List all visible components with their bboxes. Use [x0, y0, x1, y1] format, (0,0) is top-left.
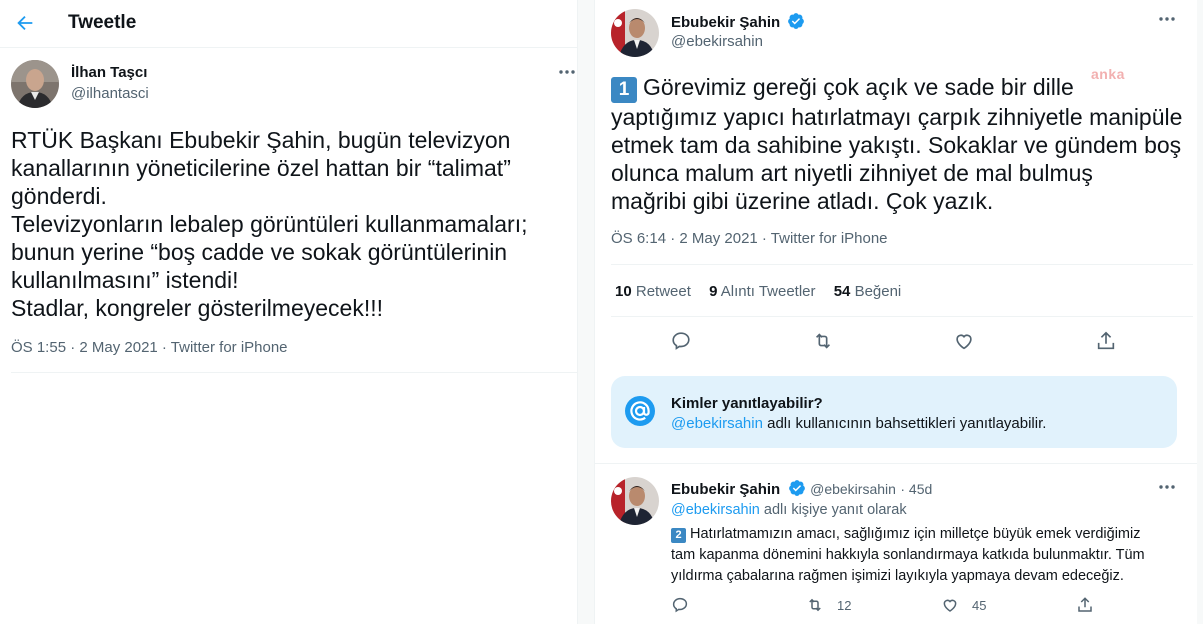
retweet-count: 10	[615, 283, 632, 300]
avatar[interactable]	[11, 60, 59, 108]
share-icon[interactable]	[1076, 596, 1094, 614]
tweet-line: yaptığımız yapıcı hatırlatmayı çarpık zi…	[611, 104, 1183, 130]
avatar[interactable]	[611, 9, 659, 57]
engagement-stats: 10 Retweet 9 Alıntı Tweetler 54 Beğeni	[615, 283, 915, 300]
tweet-line-text: Görevimiz gereği çok açık ve sade bir di…	[643, 74, 1074, 100]
reply-header: Ebubekir Şahin @ebekirsahin · 45d	[671, 479, 932, 499]
reply-line: yıldırma çabalarına rağmen işimizi layık…	[671, 568, 1124, 584]
like-label: Beğeni	[854, 283, 902, 300]
like-stat[interactable]: 54 Beğeni	[834, 283, 902, 300]
retweet-icon[interactable]	[806, 596, 824, 614]
column-gap	[578, 0, 594, 624]
like-count: 54	[833, 283, 851, 300]
quote-count: 9	[709, 283, 718, 300]
quote-stat[interactable]: 9 Alıntı Tweetler	[709, 283, 815, 300]
replying-to-link[interactable]: @ebekirsahin	[671, 502, 760, 518]
author-name[interactable]: İlhan Taşcı	[71, 64, 147, 81]
header-bar: Tweetle	[0, 0, 577, 48]
more-options-icon[interactable]	[557, 62, 577, 82]
divider	[595, 463, 1197, 464]
divider	[11, 372, 577, 373]
author-handle[interactable]: @ebekirsahin	[671, 33, 763, 50]
mention-icon	[625, 396, 655, 426]
tweet-timestamp[interactable]: ÖS 6:14 · 2 May 2021 · Twitter for iPhon…	[611, 230, 888, 247]
tweet-line: bunun yerine “boş cadde ve sokak görüntü…	[11, 239, 508, 265]
like-icon[interactable]	[953, 330, 975, 352]
reply-icon[interactable]	[670, 330, 692, 352]
tweet-line: Televizyonların lebalep görüntüleri kull…	[11, 211, 528, 237]
right-tweet-panel: Ebubekir Şahin @ebekirsahin anka 1 Görevi…	[594, 0, 1197, 624]
mention-link[interactable]: @ebekirsahin	[671, 415, 763, 432]
reply-author-name[interactable]: Ebubekir Şahin	[671, 481, 780, 498]
reply-author-handle[interactable]: @ebekirsahin	[810, 481, 896, 497]
reply-time[interactable]: · 45d	[900, 481, 932, 497]
divider	[611, 264, 1193, 265]
tweet-line: 1 Görevimiz gereği çok açık ve sade bir d…	[611, 73, 1186, 103]
avatar[interactable]	[611, 477, 659, 525]
divider	[611, 316, 1193, 317]
more-options-icon[interactable]	[1157, 9, 1177, 29]
retweet-icon[interactable]	[812, 330, 834, 352]
reply-line-text: Hatırlatmamızın amacı, sağlığımız için m…	[690, 526, 1141, 542]
tweet-text: RTÜK Başkanı Ebubekir Şahin, bugün telev…	[11, 126, 571, 322]
who-can-reply-body: adlı kullanıcının bahsettikleri yanıtlay…	[762, 415, 1047, 432]
reply-retweet-count: 12	[837, 598, 852, 613]
author-handle[interactable]: @ilhantasci	[71, 85, 149, 102]
tweet-timestamp[interactable]: ÖS 1:55 · 2 May 2021 · Twitter for iPhon…	[11, 339, 288, 356]
tweet-line: etmek tam da sahibine yakıştı. Sokaklar …	[611, 132, 1182, 158]
reply-line: tam kapanma dönemini hakkıyla sonlandırm…	[671, 547, 1145, 563]
reply-icon[interactable]	[671, 596, 689, 614]
reply-line: 2 Hatırlatmamızın amacı, sağlığımız için…	[671, 524, 1176, 545]
who-can-reply-box: Kimler yanıtlayabilir? @ebekirsahin adlı…	[611, 376, 1177, 448]
tweet-line: gönderdi.	[11, 183, 107, 209]
share-icon[interactable]	[1095, 330, 1117, 352]
page-title: Tweetle	[68, 12, 137, 33]
replying-to: @ebekirsahin adlı kişiye yanıt olarak	[671, 502, 907, 518]
verified-badge-icon	[788, 13, 805, 29]
reply-text: 2 Hatırlatmamızın amacı, sağlığımız için…	[671, 524, 1176, 587]
tweet-line: kanallarının yöneticilerine özel hattan …	[11, 155, 511, 181]
keycap-number-icon: 1	[611, 77, 637, 103]
tweet-line: olunca malum art niyetli zihniyet de mal…	[611, 160, 1093, 186]
tweet-text: 1 Görevimiz gereği çok açık ve sade bir d…	[611, 73, 1186, 215]
tweet-line: Stadlar, kongreler gösterilmeyecek!!!	[11, 295, 384, 321]
back-arrow-icon[interactable]	[14, 12, 36, 34]
tweet-line: RTÜK Başkanı Ebubekir Şahin, bugün telev…	[11, 127, 511, 153]
who-can-reply-title: Kimler yanıtlayabilir?	[671, 395, 823, 412]
keycap-number-icon: 2	[671, 528, 686, 543]
left-tweet-panel: Tweetle İlhan Taşcı @ilhantasci RTÜK Baş…	[0, 0, 578, 624]
who-can-reply-text: @ebekirsahin adlı kullanıcının bahsettik…	[671, 415, 1046, 432]
like-icon[interactable]	[941, 596, 959, 614]
reply-like-count: 45	[972, 598, 987, 613]
quote-label: Alıntı Tweetler	[720, 283, 816, 300]
retweet-stat[interactable]: 10 Retweet	[615, 283, 691, 300]
more-options-icon[interactable]	[1157, 477, 1177, 497]
retweet-label: Retweet	[635, 283, 691, 300]
verified-badge-icon	[788, 480, 805, 496]
author-name[interactable]: Ebubekir Şahin	[671, 12, 805, 31]
tweet-line: mağribi gibi üzerine atladı. Çok yazık.	[611, 188, 994, 214]
replying-to-suffix: adlı kişiye yanıt olarak	[759, 502, 907, 518]
tweet-line: kullanılmasını” istendi!	[11, 267, 239, 293]
right-margin	[1197, 0, 1203, 624]
author-name-text: Ebubekir Şahin	[671, 14, 781, 31]
